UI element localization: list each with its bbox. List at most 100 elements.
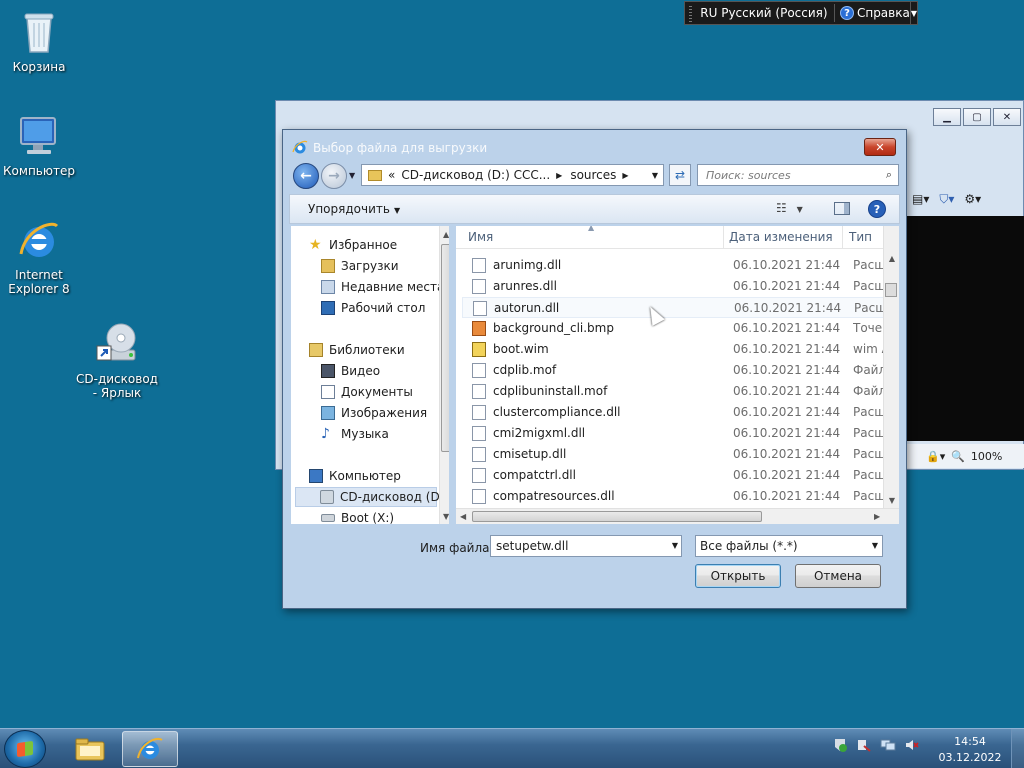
chevron-right-icon[interactable]: ▶ [622,171,628,180]
taskbar-explorer-button[interactable] [62,731,118,767]
nav-favorites[interactable]: ★ Избранное [309,235,397,255]
zoom-level[interactable]: 100% [971,450,1002,463]
desktop-icon-internet-explorer[interactable]: Internet Explorer 8 [0,216,84,296]
file-row[interactable]: cdplibuninstall.mof 06.10.2021 21:44 Файл [462,381,885,402]
column-type[interactable]: Тип [849,230,872,244]
action-center-icon[interactable] [832,737,848,753]
nav-downloads[interactable]: Загрузки [321,256,399,276]
file-row[interactable]: cdplib.mof 06.10.2021 21:44 Файл [462,360,885,381]
nav-video[interactable]: Видео [321,361,380,381]
file-type-select[interactable]: Все файлы (*.*) ▼ [695,535,883,557]
chevron-down-icon[interactable]: ▼ [872,536,878,556]
desktop-icon-recycle-bin[interactable]: Корзина [0,8,84,74]
nav-computer[interactable]: Компьютер [309,466,401,486]
ie-command-bar: ▤▾ ⛉▾ ⚙▾ [906,186,1024,212]
nav-music[interactable]: ♪ Музыка [321,424,389,444]
clock-time: 14:54 [954,735,986,748]
nav-boot-drive[interactable]: Boot (X:) [321,508,394,524]
address-dropdown-icon[interactable]: ▼ [647,165,663,185]
open-button[interactable]: Открыть [695,564,781,588]
language-bar-help[interactable]: ? Справка [839,6,910,20]
maximize-button[interactable]: ▢ [963,108,991,126]
language-bar[interactable]: RU Русский (Россия) ? Справка ▼ [684,1,918,25]
breadcrumb-cd-drive[interactable]: CD-дисковод (D:) CCC... [401,168,550,182]
minimize-button[interactable]: ▁ [933,108,961,126]
scroll-down-icon[interactable]: ▼ [889,496,895,505]
file-row[interactable]: arunimg.dll 06.10.2021 21:44 Расш [462,255,885,276]
nav-desktop[interactable]: Рабочий стол [321,298,425,318]
computer-icon [15,112,63,160]
file-row[interactable]: clustercompliance.dll 06.10.2021 21:44 Рас… [462,402,885,423]
file-list[interactable]: Имя ▲ Дата изменения Тип arunimg.dll 06.1… [456,226,899,524]
chevron-right-icon[interactable]: ▶ [556,171,562,180]
volume-muted-icon[interactable] [904,737,920,753]
search-input[interactable]: Поиск: sources ⌕ [697,164,899,186]
file-icon [472,363,486,378]
file-row[interactable]: autorun.dll 06.10.2021 21:44 Расш [462,297,886,318]
language-indicator[interactable]: RU Русский (Россия) [700,6,827,20]
network-icon[interactable] [880,737,896,753]
nav-recent-places[interactable]: Недавние места [321,277,444,297]
protected-mode-icon[interactable]: 🔒▾ [926,450,945,463]
filename-input[interactable]: setupetw.dll ▼ [490,535,682,557]
safety-icon[interactable]: ⛉▾ [939,192,954,207]
desktop-icon-computer[interactable]: Компьютер [0,112,84,178]
file-row[interactable]: cmi2migxml.dll 06.10.2021 21:44 Расш [462,423,885,444]
ie-page-content [906,216,1024,441]
file-row[interactable]: background_cli.bmp06.10.2021 21:44Точеч [462,318,885,339]
recent-places-icon [321,280,335,294]
zoom-icon[interactable]: 🔍 [951,450,965,463]
forward-button[interactable]: → [321,163,347,189]
dll-file-icon [472,258,486,273]
file-row[interactable]: compatresources.dll 06.10.2021 21:44 Расш [462,486,885,507]
nav-documents[interactable]: Документы [321,382,413,402]
scroll-left-icon[interactable]: ◀ [460,512,466,521]
chevron-down-icon[interactable]: ▼ [672,536,678,556]
preview-pane-icon[interactable] [834,202,850,215]
scroll-down-icon[interactable]: ▼ [443,512,449,521]
file-list-vertical-scrollbar[interactable] [883,226,899,508]
cancel-button[interactable]: Отмена [795,564,881,588]
video-icon [321,364,335,378]
start-button[interactable] [4,730,46,768]
column-date-modified[interactable]: Дата изменения [729,230,833,244]
breadcrumb-sources[interactable]: sources [570,168,616,182]
language-bar-grip[interactable] [689,4,693,22]
back-button[interactable]: ← [293,163,319,189]
dialog-close-button[interactable]: ✕ [864,138,896,156]
window-close-button[interactable]: ✕ [993,108,1021,126]
column-name[interactable]: Имя [468,230,493,244]
history-dropdown-icon[interactable]: ▼ [349,171,355,180]
language-bar-options-button[interactable]: ▼ [909,2,917,24]
nav-libraries[interactable]: Библиотеки [309,340,405,360]
file-row[interactable]: arunres.dll 06.10.2021 21:44 Расш [462,276,885,297]
dll-file-icon [472,405,486,420]
desktop-icon-cd-drive-shortcut[interactable]: CD-дисковод - Ярлык [72,320,162,400]
tools-gear-icon[interactable]: ⚙▾ [964,192,981,206]
file-list-horizontal-scrollbar[interactable]: ◀ ▶ [456,508,899,524]
organize-button[interactable]: Упорядочить ▼ [308,202,400,216]
scroll-up-icon[interactable]: ▲ [889,254,895,263]
scroll-right-icon[interactable]: ▶ [874,512,880,521]
help-button[interactable]: ? [868,200,886,218]
file-row[interactable]: cmisetup.dll 06.10.2021 21:44 Расш [462,444,885,465]
navigation-pane[interactable]: ★ Избранное Загрузки Недавние места Рабо… [291,226,449,524]
horizontal-scroll-thumb[interactable] [472,511,762,522]
file-row[interactable]: boot.wim06.10.2021 21:44wim A [462,339,885,360]
address-bar[interactable]: « CD-дисковод (D:) CCC... ▶ sources ▶ ▼ [361,164,664,186]
taskbar-ie-button[interactable] [122,731,178,767]
file-list-scroll-thumb[interactable] [885,283,897,297]
refresh-button[interactable]: ⇄ [669,164,691,186]
file-row[interactable]: compatctrl.dll 06.10.2021 21:44 Расш [462,465,885,486]
nav-cd-drive[interactable]: CD-дисковод (D: [295,487,444,507]
file-upload-dialog[interactable]: Выбор файла для выгрузки ✕ ← → ▼ « CD-ди… [282,129,907,609]
taskbar-clock[interactable]: 14:54 03.12.2022 [930,734,1010,766]
show-desktop-button[interactable] [1011,729,1024,768]
search-icon[interactable]: ⌕ [886,168,892,182]
page-icon[interactable]: ▤▾ [912,192,929,206]
navigation-scroll-thumb[interactable] [441,244,449,452]
nav-images[interactable]: Изображения [321,403,427,423]
tools-icon[interactable] [856,737,872,753]
change-view-button[interactable]: ☷ ▼ [776,201,803,215]
scroll-up-icon[interactable]: ▲ [443,230,449,239]
